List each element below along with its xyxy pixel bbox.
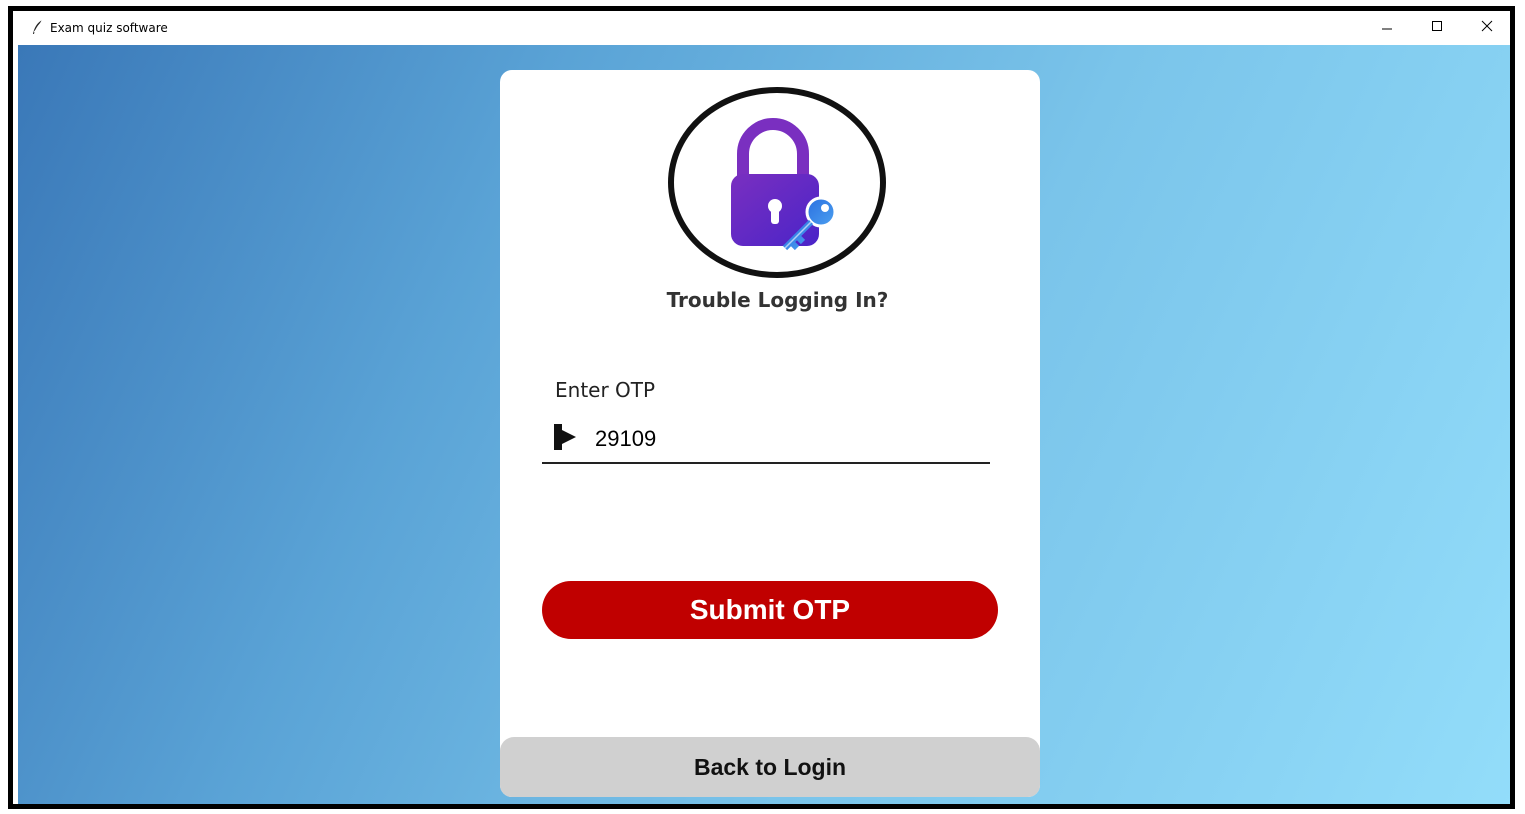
lock-key-icon (731, 118, 837, 251)
otp-input[interactable] (595, 425, 975, 453)
app-window: Exam quiz software Trouble Logging In? E… (8, 6, 1515, 809)
maximize-icon (1432, 21, 1442, 31)
otp-label: Enter OTP (555, 378, 656, 402)
feather-icon (33, 19, 43, 34)
back-to-login-button[interactable]: Back to Login (500, 737, 1040, 797)
otp-card: Trouble Logging In? Enter OTP Submit OTP… (500, 70, 1040, 797)
window-title: Exam quiz software (50, 21, 168, 35)
arrow-into-bar-icon (554, 424, 576, 450)
minimize-icon (1382, 28, 1392, 30)
minimize-button[interactable] (1364, 11, 1410, 41)
page-title: Trouble Logging In? (666, 288, 889, 312)
title-bar[interactable]: Exam quiz software (18, 11, 1510, 45)
otp-underline (542, 462, 990, 464)
close-icon (1481, 20, 1493, 32)
gradient-background: Trouble Logging In? Enter OTP Submit OTP… (18, 45, 1510, 804)
maximize-button[interactable] (1414, 11, 1460, 41)
submit-otp-button[interactable]: Submit OTP (542, 581, 998, 639)
close-button[interactable] (1464, 11, 1510, 41)
